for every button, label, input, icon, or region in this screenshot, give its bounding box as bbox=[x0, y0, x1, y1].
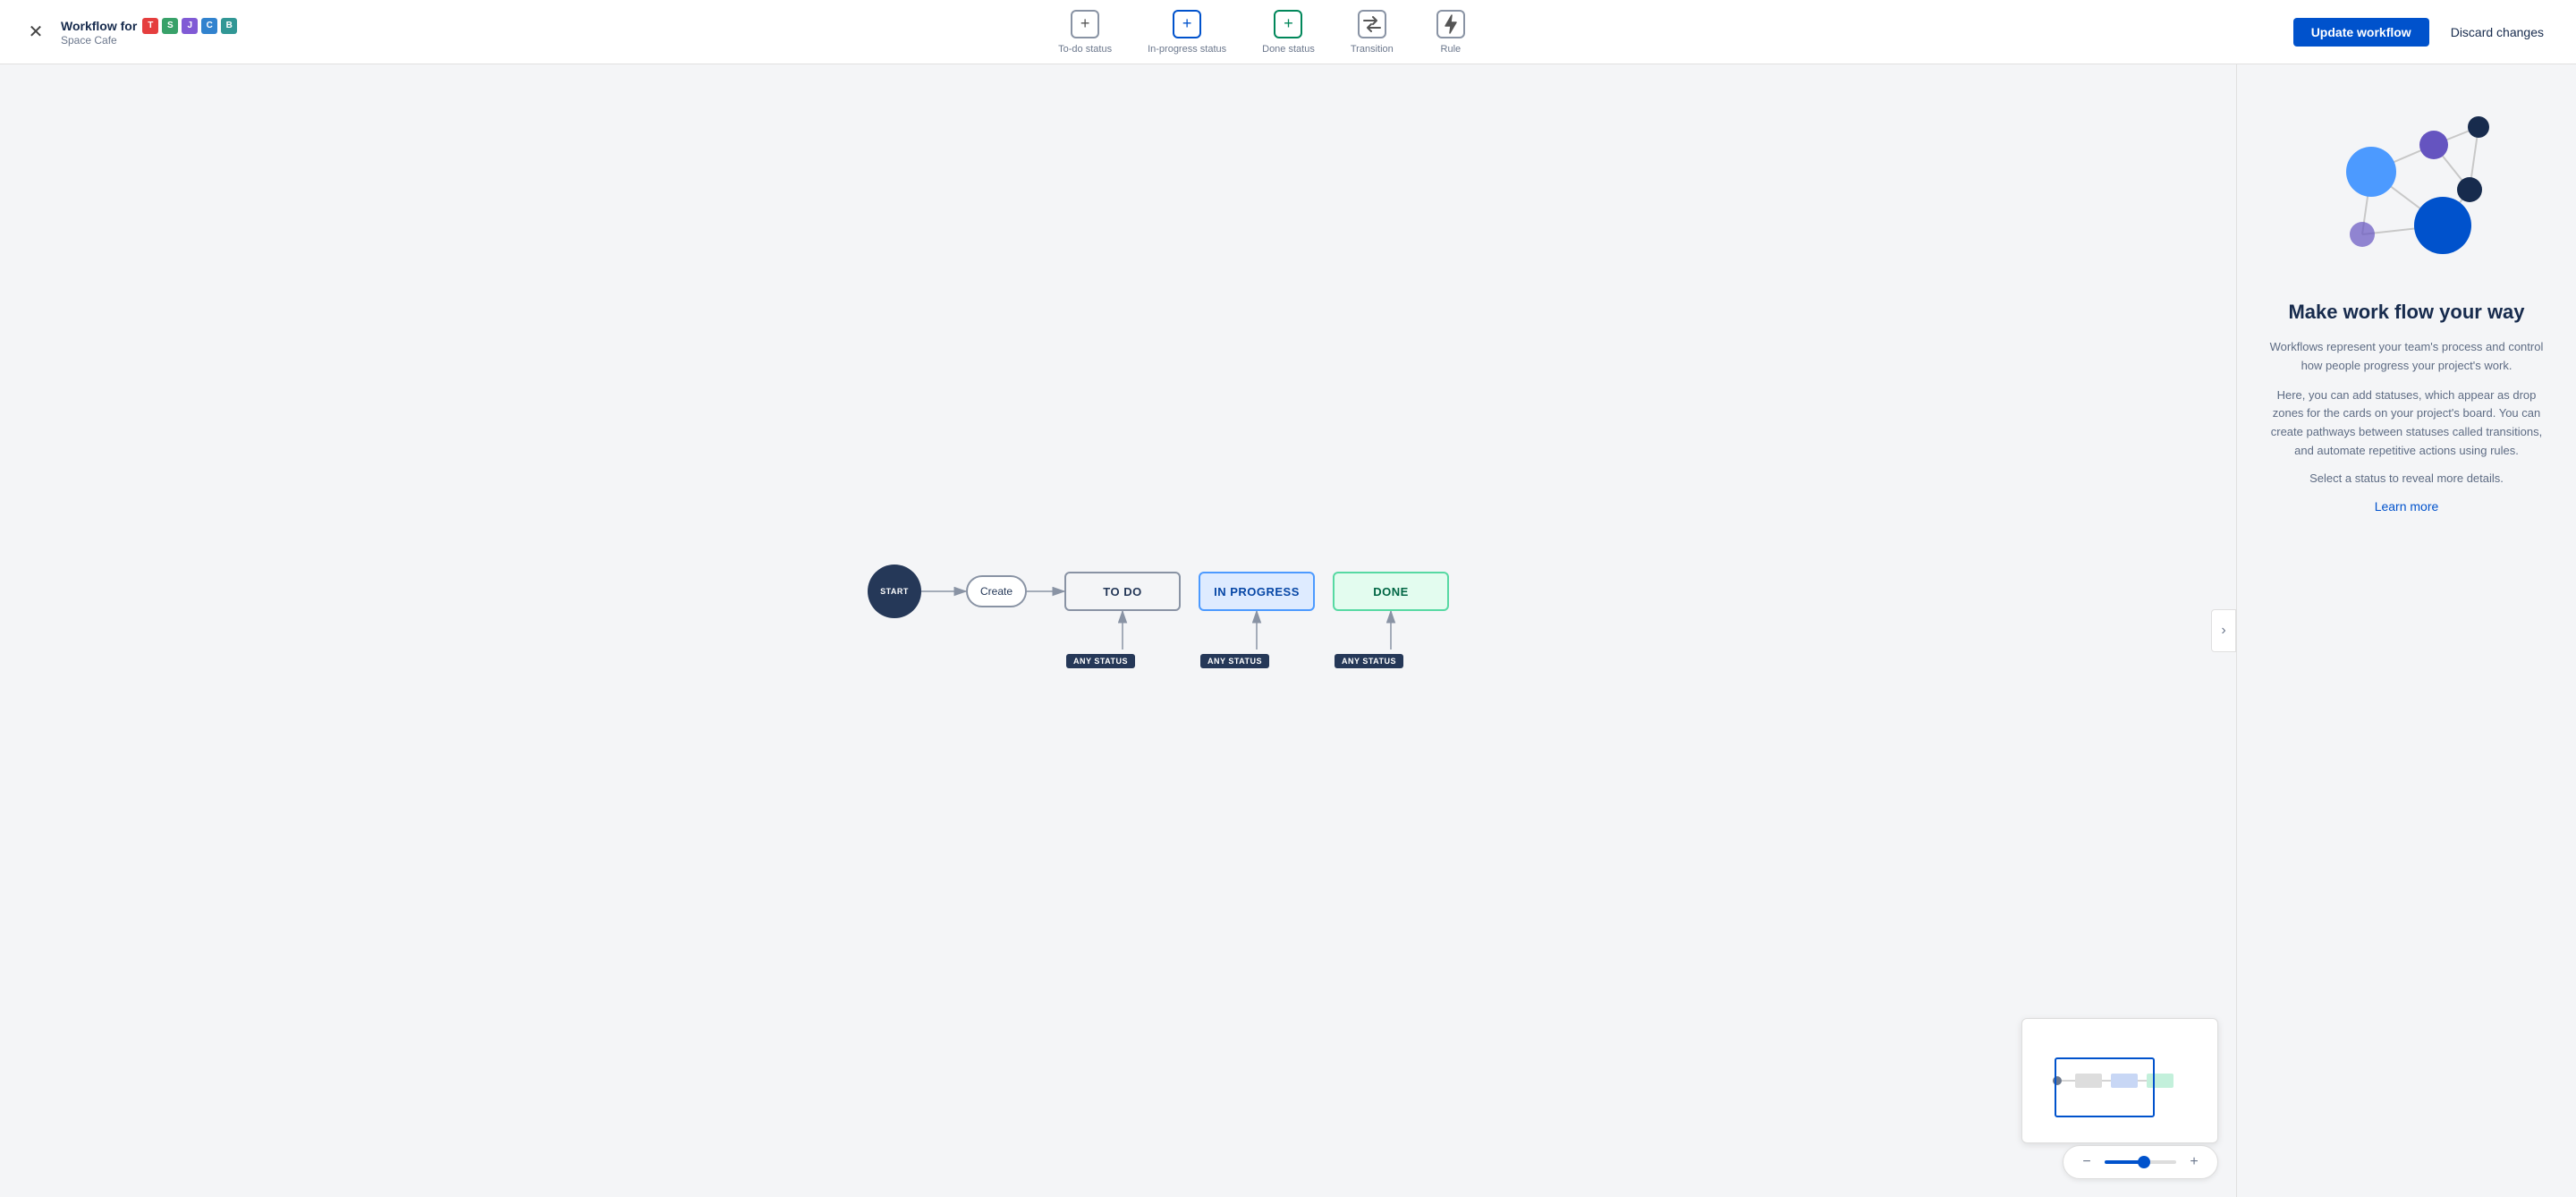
workflow-diagram: START Create TO DO IN PROGRESS DONE bbox=[868, 493, 1494, 743]
todo-status-icon-wrap: + bbox=[1071, 10, 1099, 38]
panel-description-2: Here, you can add statuses, which appear… bbox=[2266, 386, 2547, 461]
transition-button[interactable]: Transition bbox=[1336, 3, 1408, 62]
workflow-title: Workflow for T S J C B Space Cafe bbox=[61, 18, 237, 47]
todo-status-icon: + bbox=[1080, 14, 1090, 33]
app-icon-2: S bbox=[162, 18, 178, 34]
project-name: Space Cafe bbox=[61, 34, 237, 47]
update-workflow-button[interactable]: Update workflow bbox=[2293, 18, 2429, 47]
header: ✕ Workflow for T S J C B Space Cafe + To… bbox=[0, 0, 2576, 64]
discard-changes-button[interactable]: Discard changes bbox=[2440, 18, 2555, 47]
inprogress-label: IN PROGRESS bbox=[1214, 585, 1300, 598]
done-status-label: Done status bbox=[1262, 44, 1315, 55]
network-illustration bbox=[2300, 100, 2514, 279]
app-icon-1: T bbox=[142, 18, 158, 34]
transition-icon-wrap bbox=[1358, 10, 1386, 38]
zoom-in-icon: + bbox=[2190, 1154, 2198, 1170]
transition-icon bbox=[1362, 16, 1382, 32]
inprogress-status-icon-wrap: + bbox=[1173, 10, 1201, 38]
todo-label: TO DO bbox=[1103, 585, 1141, 598]
rule-label: Rule bbox=[1441, 44, 1462, 55]
zoom-controls: − + bbox=[2063, 1145, 2218, 1179]
any-status-inprogress: ANY STATUS bbox=[1200, 654, 1269, 668]
any-status-done: ANY STATUS bbox=[1335, 654, 1403, 668]
rule-icon-wrap bbox=[1436, 10, 1465, 38]
start-node: START bbox=[868, 565, 921, 618]
inprogress-node[interactable]: IN PROGRESS bbox=[1199, 572, 1315, 611]
done-node[interactable]: DONE bbox=[1333, 572, 1449, 611]
done-status-icon: + bbox=[1284, 14, 1293, 33]
main-layout: START Create TO DO IN PROGRESS DONE bbox=[0, 64, 2576, 1197]
app-icon-5: B bbox=[221, 18, 237, 34]
minimap-svg bbox=[2030, 1027, 2209, 1134]
workflow-for-label: Workflow for bbox=[61, 19, 137, 33]
collapse-icon: › bbox=[2221, 623, 2225, 639]
collapse-panel-button[interactable]: › bbox=[2211, 609, 2236, 652]
inprogress-status-button[interactable]: + In-progress status bbox=[1133, 3, 1241, 62]
panel-description-1: Workflows represent your team's process … bbox=[2266, 338, 2547, 376]
app-icon-3: J bbox=[182, 18, 198, 34]
rule-icon bbox=[1442, 14, 1460, 34]
app-icon-4: C bbox=[201, 18, 217, 34]
done-status-button[interactable]: + Done status bbox=[1248, 3, 1329, 62]
canvas-area[interactable]: START Create TO DO IN PROGRESS DONE bbox=[0, 64, 2236, 1197]
right-panel: Make work flow your way Workflows repres… bbox=[2236, 64, 2576, 1197]
todo-status-button[interactable]: + To-do status bbox=[1044, 3, 1126, 62]
network-svg bbox=[2300, 100, 2514, 279]
create-label: Create bbox=[980, 585, 1013, 598]
todo-status-label: To-do status bbox=[1058, 44, 1112, 55]
minimap-inner bbox=[2022, 1019, 2217, 1142]
arrows-svg bbox=[868, 493, 1494, 743]
inprogress-status-icon: + bbox=[1182, 14, 1192, 33]
rule-button[interactable]: Rule bbox=[1415, 3, 1487, 62]
header-right: Update workflow Discard changes bbox=[2293, 18, 2555, 47]
done-label: DONE bbox=[1373, 585, 1409, 598]
transition-label: Transition bbox=[1351, 44, 1394, 55]
panel-title: Make work flow your way bbox=[2288, 301, 2524, 324]
zoom-slider[interactable] bbox=[2105, 1160, 2176, 1164]
any-status-todo: ANY STATUS bbox=[1066, 654, 1135, 668]
workflow-title-top: Workflow for T S J C B bbox=[61, 18, 237, 34]
zoom-out-icon: − bbox=[2082, 1154, 2090, 1170]
done-status-icon-wrap: + bbox=[1274, 10, 1302, 38]
zoom-thumb bbox=[2138, 1156, 2150, 1168]
todo-node[interactable]: TO DO bbox=[1064, 572, 1181, 611]
toolbar: + To-do status + In-progress status + Do… bbox=[1044, 3, 1487, 62]
app-icons: T S J C B bbox=[142, 18, 237, 34]
inprogress-status-label: In-progress status bbox=[1148, 44, 1226, 55]
minimap bbox=[2021, 1018, 2218, 1143]
panel-select-hint: Select a status to reveal more details. bbox=[2309, 471, 2504, 485]
header-left: ✕ Workflow for T S J C B Space Cafe bbox=[21, 18, 237, 47]
zoom-in-button[interactable]: + bbox=[2183, 1151, 2205, 1173]
diagram-container: START Create TO DO IN PROGRESS DONE bbox=[868, 493, 1494, 743]
create-node[interactable]: Create bbox=[966, 575, 1027, 607]
close-button[interactable]: ✕ bbox=[21, 18, 50, 47]
learn-more-link[interactable]: Learn more bbox=[2375, 499, 2439, 514]
zoom-out-button[interactable]: − bbox=[2076, 1151, 2097, 1173]
